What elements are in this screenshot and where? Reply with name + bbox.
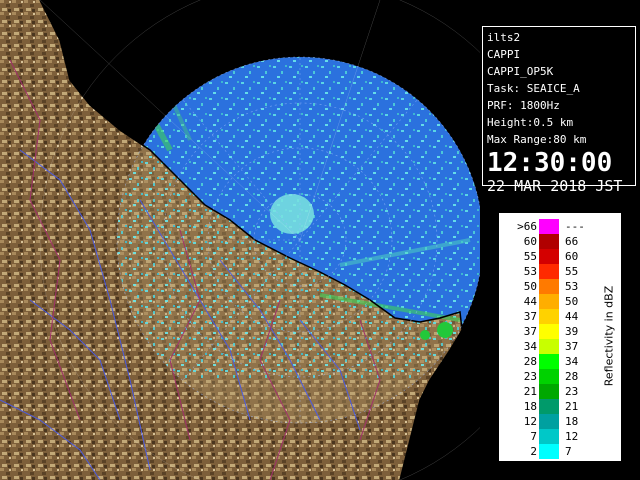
legend-swatch bbox=[539, 444, 559, 459]
legend-high-value: 28 bbox=[565, 370, 579, 383]
legend-low-value: >66 bbox=[517, 220, 537, 233]
legend-high-value: 44 bbox=[565, 310, 579, 323]
legend-row: 37 39 bbox=[499, 324, 599, 339]
legend-low-value: 12 bbox=[523, 415, 537, 428]
legend-row: 34 37 bbox=[499, 339, 599, 354]
legend-low-value: 50 bbox=[523, 280, 537, 293]
legend-low-value: 23 bbox=[523, 370, 537, 383]
legend-low-value: 44 bbox=[523, 295, 537, 308]
legend-high-value: 23 bbox=[565, 385, 579, 398]
legend-swatch bbox=[539, 324, 559, 339]
legend-high-value: --- bbox=[565, 220, 585, 233]
legend-high-value: 18 bbox=[565, 415, 579, 428]
legend-swatch bbox=[539, 309, 559, 324]
legend-high-value: 66 bbox=[565, 235, 579, 248]
reflectivity-legend: >66 --- 60 66 55 60 53 55 50 53 44 50 37 44 37 39 34 37 28… bbox=[498, 212, 622, 462]
legend-high-value: 39 bbox=[565, 325, 579, 338]
legend-row: 44 50 bbox=[499, 294, 599, 309]
date-display: 22 MAR 2018 JST bbox=[487, 177, 623, 195]
legend-high-value: 7 bbox=[565, 445, 572, 458]
legend-high-value: 53 bbox=[565, 280, 579, 293]
legend-low-value: 2 bbox=[530, 445, 537, 458]
legend-low-value: 53 bbox=[523, 265, 537, 278]
product-id: CAPPI_OP5K bbox=[487, 65, 554, 78]
legend-low-value: 18 bbox=[523, 400, 537, 413]
legend-unit-label: Reflectivity in dBZ bbox=[602, 285, 616, 387]
legend-row: 7 12 bbox=[499, 429, 599, 444]
legend-row: 37 44 bbox=[499, 309, 599, 324]
legend-row: 28 34 bbox=[499, 354, 599, 369]
legend-low-value: 37 bbox=[523, 325, 537, 338]
legend-row: 60 66 bbox=[499, 234, 599, 249]
legend-swatch bbox=[539, 264, 559, 279]
legend-swatch bbox=[539, 399, 559, 414]
prf-label: PRF: 1800Hz bbox=[487, 99, 560, 112]
time-display: 12:30:00 bbox=[487, 148, 613, 178]
legend-low-value: 55 bbox=[523, 250, 537, 263]
radar-name: ilts2 bbox=[487, 31, 521, 44]
echo-cell bbox=[437, 322, 453, 338]
legend-high-value: 12 bbox=[565, 430, 579, 443]
legend-row: 23 28 bbox=[499, 369, 599, 384]
legend-row: 53 55 bbox=[499, 264, 599, 279]
legend-swatch bbox=[539, 354, 559, 369]
legend-row: 12 18 bbox=[499, 414, 599, 429]
legend-low-value: 7 bbox=[530, 430, 537, 443]
legend-swatch bbox=[539, 384, 559, 399]
legend-low-value: 37 bbox=[523, 310, 537, 323]
legend-high-value: 21 bbox=[565, 400, 579, 413]
task-label: Task: SEAICE_A bbox=[487, 82, 580, 95]
legend-row: 50 53 bbox=[499, 279, 599, 294]
legend-row: >66 --- bbox=[499, 219, 599, 234]
legend-low-value: 28 bbox=[523, 355, 537, 368]
legend-swatch bbox=[539, 234, 559, 249]
legend-high-value: 37 bbox=[565, 340, 579, 353]
legend-swatch bbox=[539, 339, 559, 354]
max-range-label: Max Range:80 km bbox=[487, 133, 587, 146]
legend-swatch bbox=[539, 429, 559, 444]
legend-low-value: 34 bbox=[523, 340, 537, 353]
legend-swatch bbox=[539, 219, 559, 234]
legend-high-value: 34 bbox=[565, 355, 579, 368]
legend-low-value: 21 bbox=[523, 385, 537, 398]
legend-swatch bbox=[539, 279, 559, 294]
legend-swatch bbox=[539, 369, 559, 384]
legend-unit: Reflectivity in dBZ bbox=[599, 221, 619, 451]
legend-swatch bbox=[539, 249, 559, 264]
echo-patch bbox=[270, 194, 314, 234]
legend-row: 27 bbox=[499, 444, 599, 459]
height-label: Height:0.5 km bbox=[487, 116, 574, 129]
product-name: CAPPI bbox=[487, 48, 521, 61]
legend-high-value: 55 bbox=[565, 265, 579, 278]
legend-swatch bbox=[539, 294, 559, 309]
legend-high-value: 60 bbox=[565, 250, 579, 263]
legend-row: 21 23 bbox=[499, 384, 599, 399]
legend-row: 18 21 bbox=[499, 399, 599, 414]
echo-cell bbox=[420, 330, 430, 340]
radar-map bbox=[0, 0, 480, 480]
legend-swatch bbox=[539, 414, 559, 429]
legend-high-value: 50 bbox=[565, 295, 579, 308]
info-panel: ilts2 CAPPI CAPPI_OP5K Task: SEAICE_A PR… bbox=[482, 26, 636, 195]
legend-row: 55 60 bbox=[499, 249, 599, 264]
legend-low-value: 60 bbox=[523, 235, 537, 248]
